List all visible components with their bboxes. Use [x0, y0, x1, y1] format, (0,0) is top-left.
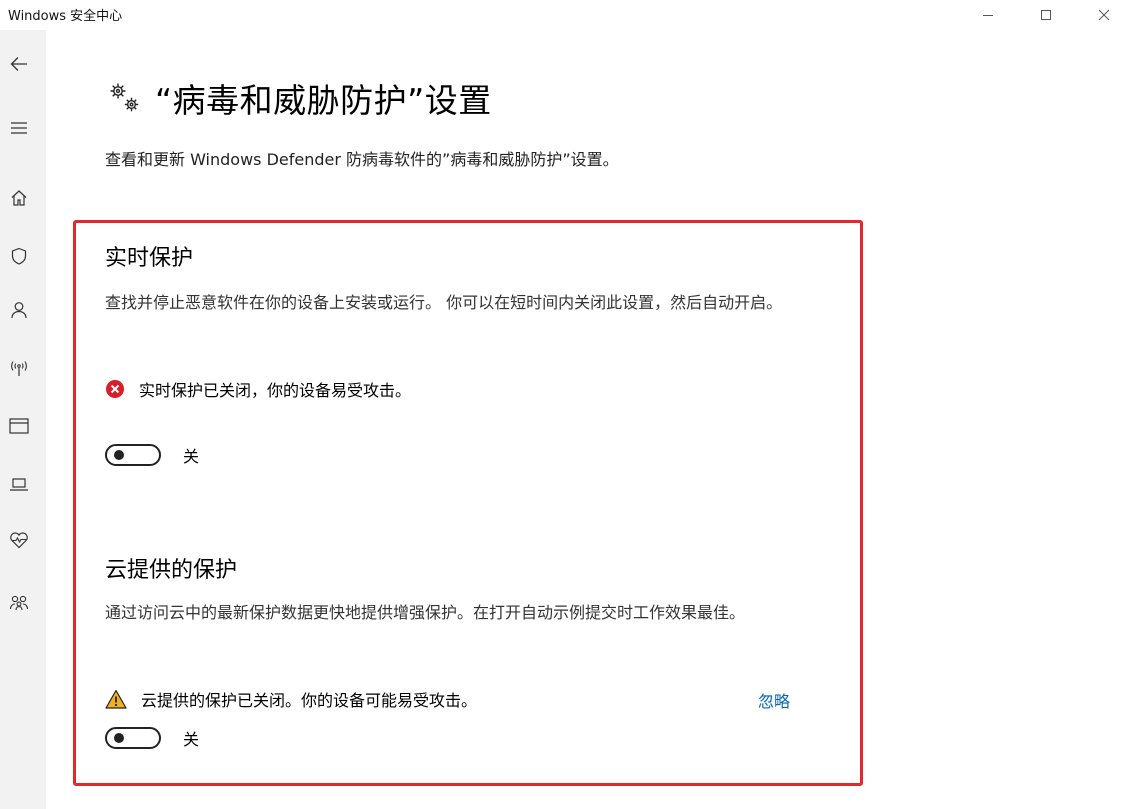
nav-app-browser-control[interactable] — [0, 408, 38, 444]
gears-icon — [110, 83, 139, 112]
realtime-protection-title: 实时保护 — [105, 246, 194, 271]
cloud-toggle-row: 关 — [105, 726, 199, 750]
nav-home[interactable] — [0, 180, 38, 216]
maximize-icon — [1041, 10, 1051, 20]
laptop-icon — [10, 478, 28, 491]
sidebar — [0, 30, 46, 809]
close-icon — [1098, 9, 1110, 21]
nav-firewall[interactable] — [0, 350, 38, 386]
cloud-protection-title: 云提供的保护 — [105, 558, 238, 583]
home-icon — [11, 190, 27, 206]
hamburger-menu-icon — [11, 122, 27, 134]
realtime-toggle-label: 关 — [183, 447, 200, 466]
person-icon — [11, 302, 27, 319]
cloud-protection-toggle[interactable] — [105, 727, 161, 749]
title-bar: Windows 安全中心 — [0, 0, 1127, 30]
app-browser-window-icon — [9, 418, 29, 434]
back-button[interactable] — [0, 46, 38, 82]
app-title: Windows 安全中心 — [8, 9, 123, 24]
nav-device-security[interactable] — [0, 466, 38, 502]
shield-icon — [11, 247, 27, 265]
toggle-knob — [114, 450, 124, 460]
warning-triangle-icon — [105, 689, 127, 709]
page-description: 查看和更新 Windows Defender 防病毒软件的”病毒和威胁防护”设置… — [105, 150, 619, 169]
wireless-signal-icon — [11, 361, 27, 376]
cloud-status: 云提供的保护已关闭。你的设备可能易受攻击。 — [105, 687, 477, 711]
family-icon — [9, 595, 29, 611]
page-header: “病毒和威胁防护”设置 — [105, 75, 492, 121]
error-x-icon — [106, 380, 124, 398]
dismiss-link[interactable]: 忽略 — [758, 688, 790, 712]
minimize-icon — [983, 15, 993, 16]
realtime-toggle-row: 关 — [105, 443, 199, 467]
page-title: “病毒和威胁防护”设置 — [155, 81, 492, 120]
heart-health-icon — [10, 532, 28, 549]
minimize-button[interactable] — [965, 0, 1011, 30]
menu-button[interactable] — [0, 110, 38, 146]
nav-virus-protection[interactable] — [0, 238, 38, 274]
cloud-toggle-label: 关 — [183, 730, 200, 749]
realtime-status-text: 实时保护已关闭，你的设备易受攻击。 — [139, 381, 412, 400]
toggle-knob — [114, 733, 124, 743]
realtime-status: 实时保护已关闭，你的设备易受攻击。 — [105, 377, 411, 401]
maximize-button[interactable] — [1023, 0, 1069, 30]
nav-device-health[interactable] — [0, 522, 38, 558]
cloud-protection-description: 通过访问云中的最新保护数据更快地提供增强保护。在打开自动示例提交时工作效果最佳。 — [105, 603, 746, 622]
back-arrow-icon — [10, 57, 27, 71]
close-button[interactable] — [1081, 0, 1127, 30]
realtime-protection-toggle[interactable] — [105, 444, 161, 466]
cloud-status-text: 云提供的保护已关闭。你的设备可能易受攻击。 — [141, 691, 478, 710]
nav-family-options[interactable] — [0, 584, 38, 620]
realtime-protection-description: 查找并停止恶意软件在你的设备上安装或运行。 你可以在短时间内关闭此设置，然后自动… — [105, 293, 783, 312]
nav-account-protection[interactable] — [0, 292, 38, 328]
